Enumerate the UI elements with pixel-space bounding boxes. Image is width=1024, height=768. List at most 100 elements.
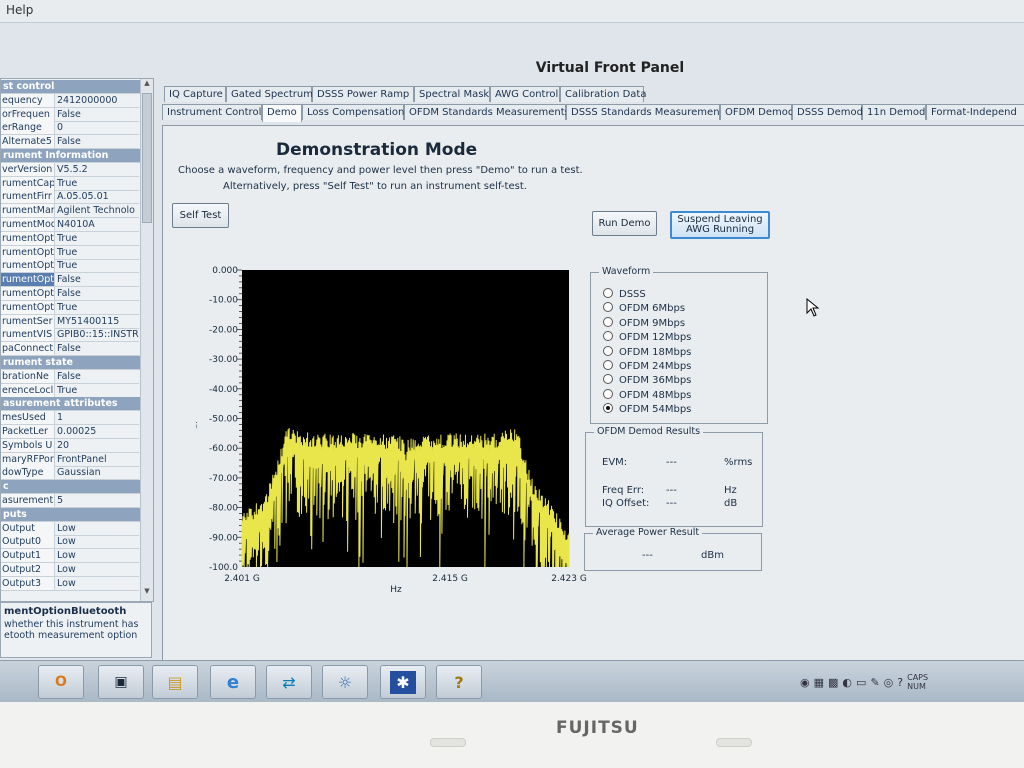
property-value[interactable]: 1 bbox=[57, 411, 139, 424]
property-row[interactable]: rumentOpt True bbox=[1, 259, 139, 274]
tab-ofdm-standards-measurements[interactable]: OFDM Standards Measurements bbox=[404, 104, 570, 120]
property-row[interactable]: paConnect False bbox=[1, 342, 139, 357]
property-row[interactable]: erenceLocl True bbox=[1, 383, 139, 398]
scroll-down-icon[interactable]: ▼ bbox=[142, 587, 152, 599]
property-value[interactable]: False bbox=[57, 273, 139, 286]
property-value[interactable]: False bbox=[57, 287, 139, 300]
waveform-option-ofdm-9mbps[interactable]: OFDM 9Mbps bbox=[603, 316, 685, 330]
property-row[interactable]: dowType Gaussian bbox=[1, 466, 139, 481]
property-category[interactable]: rument state bbox=[1, 356, 141, 370]
property-category[interactable]: rument Information bbox=[1, 149, 141, 163]
property-value[interactable]: 0 bbox=[57, 121, 139, 134]
property-row[interactable]: erRange 0 bbox=[1, 121, 139, 136]
app-icon[interactable]: ✱ bbox=[380, 665, 426, 699]
property-value[interactable]: False bbox=[57, 135, 139, 148]
property-value[interactable]: True bbox=[57, 384, 139, 397]
waveform-option-ofdm-12mbps[interactable]: OFDM 12Mbps bbox=[603, 331, 691, 344]
property-category[interactable]: asurement attributes bbox=[1, 397, 141, 412]
radio-icon[interactable] bbox=[603, 374, 613, 385]
property-category[interactable]: c bbox=[1, 480, 141, 495]
property-grid-scrollbar[interactable]: ▲ ▼ bbox=[140, 79, 153, 601]
scroll-thumb[interactable] bbox=[142, 93, 152, 223]
property-value[interactable]: Low bbox=[57, 563, 139, 576]
property-row[interactable]: rumentMar Agilent Technolo bbox=[1, 204, 139, 219]
property-value[interactable]: True bbox=[57, 177, 139, 190]
radio-icon[interactable] bbox=[603, 345, 613, 356]
property-row[interactable]: rumentMod N4010A bbox=[1, 218, 139, 232]
tab-demo[interactable]: Demo bbox=[262, 104, 302, 122]
property-value[interactable]: False bbox=[57, 342, 139, 355]
radio-icon[interactable] bbox=[603, 302, 613, 313]
tab-spectral-mask[interactable]: Spectral Mask bbox=[414, 86, 490, 102]
connection-icon[interactable]: ⇄ bbox=[266, 665, 312, 699]
property-row[interactable]: Output3 Low bbox=[1, 576, 139, 591]
radio-icon[interactable] bbox=[603, 388, 613, 399]
property-row[interactable]: rumentSer MY51400115 bbox=[1, 314, 139, 329]
property-row[interactable]: rumentVIS GPIB0::15::INSTR bbox=[1, 328, 139, 343]
property-row[interactable]: asurement 5 bbox=[1, 494, 139, 508]
run-demo-button[interactable]: Run Demo bbox=[592, 211, 657, 236]
tab-dsss-power-ramp[interactable]: DSSS Power Ramp bbox=[312, 86, 414, 102]
property-row[interactable]: rumentOpt True bbox=[1, 245, 139, 260]
suspend-awg-button[interactable]: Suspend Leaving AWG Running bbox=[670, 211, 770, 239]
property-value[interactable]: True bbox=[57, 301, 139, 314]
self-test-button[interactable]: Self Test bbox=[172, 203, 229, 228]
property-value[interactable]: Low bbox=[57, 549, 139, 562]
property-value[interactable]: True bbox=[57, 232, 139, 245]
property-row[interactable]: Symbols U 20 bbox=[1, 438, 139, 453]
tray-lang-icon[interactable]: ◎ bbox=[884, 676, 894, 689]
property-row[interactable]: rumentFirr A.05.05.01 bbox=[1, 190, 139, 205]
radio-icon[interactable] bbox=[603, 403, 613, 414]
property-row[interactable]: verVersion V5.5.2 bbox=[1, 162, 139, 177]
property-row[interactable]: orFrequen False bbox=[1, 107, 139, 122]
tab-loss-compensation[interactable]: Loss Compensation bbox=[302, 104, 404, 120]
property-value[interactable]: True bbox=[57, 259, 139, 272]
explorer-icon[interactable]: ▤ bbox=[152, 665, 198, 699]
property-value[interactable]: 5 bbox=[57, 494, 139, 507]
scroll-up-icon[interactable]: ▲ bbox=[142, 79, 152, 91]
radio-icon[interactable] bbox=[603, 316, 613, 327]
property-row[interactable]: rumentOpt True bbox=[1, 231, 139, 246]
property-row[interactable]: mesUsed 1 bbox=[1, 411, 139, 426]
property-value[interactable]: False bbox=[57, 108, 139, 121]
property-value[interactable]: 0.00025 bbox=[57, 425, 139, 438]
property-category[interactable]: st control bbox=[1, 80, 141, 94]
tab-ofdm-demod[interactable]: OFDM Demod bbox=[720, 104, 794, 120]
ie-icon[interactable]: e bbox=[210, 665, 256, 699]
property-value[interactable]: 2412000000 bbox=[57, 94, 139, 107]
property-row[interactable]: rumentOpt False bbox=[1, 287, 139, 301]
tray-battery-icon[interactable]: ▭ bbox=[856, 676, 866, 689]
waveform-option-ofdm-18mbps[interactable]: OFDM 18Mbps bbox=[603, 345, 691, 359]
property-value[interactable]: Low bbox=[57, 522, 139, 535]
help-icon[interactable]: ? bbox=[436, 665, 482, 699]
tab-iq-capture[interactable]: IQ Capture bbox=[164, 86, 226, 102]
tray-pen-icon[interactable]: ✎ bbox=[870, 676, 879, 689]
waveform-option-ofdm-6mbps[interactable]: OFDM 6Mbps bbox=[603, 302, 685, 315]
property-value[interactable]: GPIB0::15::INSTR bbox=[57, 328, 139, 341]
property-value[interactable]: False bbox=[57, 370, 139, 383]
tab-11n-demod[interactable]: 11n Demod bbox=[862, 104, 926, 120]
tray-volume-icon[interactable]: ◐ bbox=[842, 676, 852, 689]
property-value[interactable]: A.05.05.01 bbox=[57, 190, 139, 203]
property-row[interactable]: Output Low bbox=[1, 521, 139, 536]
property-value[interactable]: Gaussian bbox=[57, 466, 139, 479]
property-row[interactable]: rumentOpt True bbox=[1, 300, 139, 315]
outlook-icon[interactable]: O bbox=[38, 665, 84, 699]
property-row[interactable]: rumentCap True bbox=[1, 176, 139, 191]
property-value[interactable]: Low bbox=[57, 577, 139, 590]
property-value[interactable]: N4010A bbox=[57, 218, 139, 231]
property-row[interactable]: Output0 Low bbox=[1, 535, 139, 550]
radio-icon[interactable] bbox=[603, 360, 613, 370]
property-value[interactable]: FrontPanel bbox=[57, 453, 139, 466]
tab-instrument-control[interactable]: Instrument Control bbox=[162, 104, 262, 120]
tray-help-icon[interactable]: ? bbox=[897, 676, 903, 689]
waveform-option-ofdm-24mbps[interactable]: OFDM 24Mbps bbox=[603, 360, 691, 373]
property-value[interactable]: MY51400115 bbox=[57, 315, 139, 328]
property-row[interactable]: maryRFPor FrontPanel bbox=[1, 452, 139, 467]
waveform-option-ofdm-54mbps[interactable]: OFDM 54Mbps bbox=[603, 403, 691, 416]
tab-dsss-demod[interactable]: DSSS Demod bbox=[792, 104, 863, 120]
tray-lan-icon[interactable]: ▦ bbox=[814, 676, 824, 689]
property-row[interactable]: brationNe False bbox=[1, 369, 139, 384]
tab-gated-spectrum[interactable]: Gated Spectrum bbox=[226, 86, 313, 102]
waveform-option-ofdm-48mbps[interactable]: OFDM 48Mbps bbox=[603, 388, 691, 402]
